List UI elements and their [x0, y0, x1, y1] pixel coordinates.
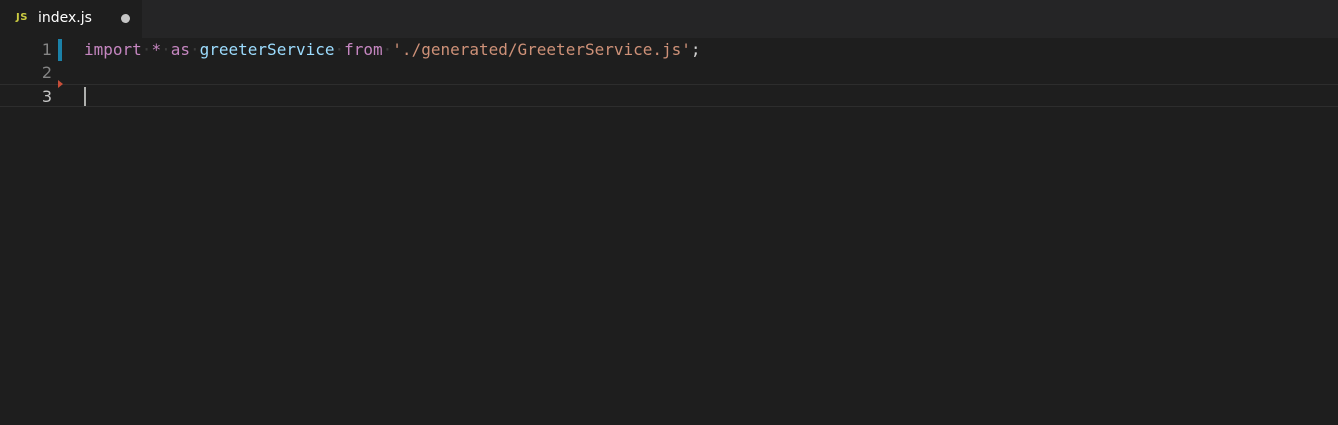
keyword-from: from	[344, 40, 383, 59]
keyword-import: import	[84, 40, 142, 59]
keyword-as: as	[170, 40, 190, 59]
line-number: 3	[41, 87, 52, 106]
tab-index-js[interactable]: JS index.js	[0, 0, 142, 38]
code-line-2[interactable]: 2	[0, 61, 1338, 84]
javascript-file-icon: JS	[16, 12, 28, 23]
line-number: 1	[41, 40, 52, 59]
tab-label: index.js	[38, 10, 92, 26]
code-line-1[interactable]: 1 import·*·as·greeterService·from·'./gen…	[0, 38, 1338, 61]
modified-line-indicator[interactable]	[58, 39, 62, 61]
line-number: 2	[41, 63, 52, 82]
text-cursor	[84, 87, 86, 106]
code-editor[interactable]: 1 import·*·as·greeterService·from·'./gen…	[0, 38, 1338, 425]
identifier: greeterService	[199, 40, 335, 59]
code-line-3[interactable]: 3	[0, 80, 1338, 107]
tab-bar: JS index.js	[0, 0, 1338, 38]
module-path-string: './generated/GreeterService.js'	[392, 40, 691, 59]
deleted-line-indicator[interactable]	[58, 80, 63, 88]
semicolon: ;	[690, 40, 701, 59]
editor-window: JS index.js 1 import·*·as·greeterService…	[0, 0, 1338, 425]
code-text[interactable]: import·*·as·greeterService·from·'./gener…	[84, 40, 701, 60]
namespace-star: *	[151, 40, 162, 59]
unsaved-dot-icon[interactable]	[121, 14, 130, 23]
